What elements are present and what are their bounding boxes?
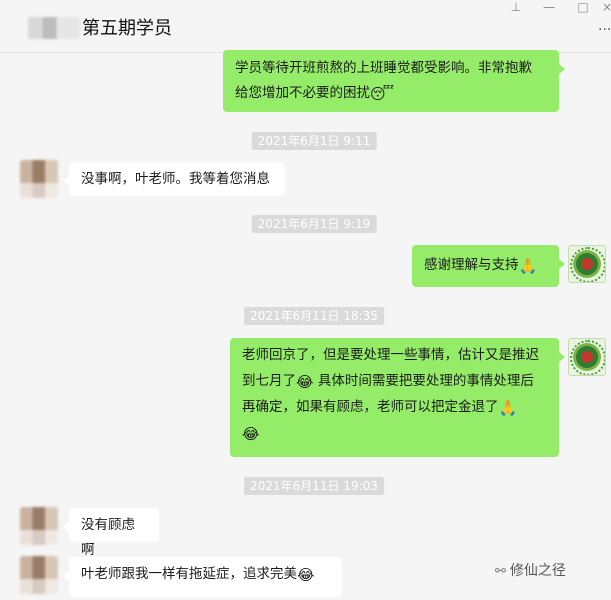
message-line: 再确定，如果有顾虑，老师可以把定金退了🙏 [242, 399, 518, 417]
message-text: 没事啊，叶老师。我等着您消息 [81, 171, 270, 187]
message-bubble-outgoing[interactable]: 老师回京了，但是要处理一些事情，估计又是推迟 到七月了😂 具体时间需要把要处理的… [230, 338, 565, 457]
message-text: 感谢理解与支持 [424, 257, 519, 273]
sleeping-emoji-icon: 😴 [370, 85, 395, 103]
message-bubble-incoming[interactable]: 叶老师跟我一样有拖延症，追求完美😂 [63, 557, 342, 597]
timestamp: 2021年6月11日 19:03 [244, 477, 384, 495]
timestamp: 2021年6月11日 18:35 [244, 307, 384, 325]
avatar[interactable] [568, 338, 606, 376]
wechat-icon: ⚯ [495, 564, 506, 579]
title-bar: 第五期学员 ⊥ — □ × ··· [0, 0, 611, 53]
close-button[interactable]: × [602, 0, 611, 14]
laughing-emoji-icon: 😂 [242, 425, 260, 443]
message-line: 老师回京了，但是要处理一些事情，估计又是推迟 [242, 347, 539, 363]
maximize-button[interactable]: □ [575, 0, 591, 14]
message-line: 到七月了😂 具体时间需要把要处理的事情处理后 [242, 373, 534, 391]
pray-emoji-icon: 🙏 [498, 399, 518, 417]
avatar[interactable] [568, 245, 606, 283]
timestamp: 2021年6月1日 9:19 [251, 215, 377, 233]
message-bubble-incoming[interactable]: 没有顾虑啊 [63, 508, 159, 558]
minimize-button[interactable]: — [541, 0, 557, 14]
watermark-text: 修仙之径 [509, 563, 566, 579]
timestamp: 2021年6月1日 9:11 [251, 132, 377, 150]
avatar[interactable] [20, 556, 58, 594]
message-bubble-incoming[interactable]: 没事啊，叶老师。我等着您消息 [63, 162, 285, 196]
message-text: 没有顾虑啊 [81, 517, 135, 558]
pray-emoji-icon: 🙏 [518, 257, 538, 275]
more-options-button[interactable]: ··· [598, 22, 611, 38]
message-line: 😂 [242, 420, 547, 446]
message-line: 给您增加不必要的困扰😴 [235, 85, 395, 103]
message-bubble-outgoing[interactable]: 学员等待开班煎熬的上班睡觉都受影响。非常抱歉 给您增加不必要的困扰😴 [223, 50, 565, 112]
avatar[interactable] [20, 507, 58, 545]
laughing-emoji-icon: 😂 [297, 566, 315, 584]
laughing-emoji-icon: 😂 [296, 373, 314, 391]
message-text: 叶老师跟我一样有拖延症，追求完美 [81, 566, 297, 582]
avatar[interactable] [20, 160, 58, 198]
watermark: ⚯ 修仙之径 [495, 560, 566, 580]
chat-title: 第五期学员 [82, 18, 172, 39]
message-bubble-outgoing[interactable]: 感谢理解与支持🙏 [412, 245, 565, 287]
pin-icon[interactable]: ⊥ [508, 0, 524, 14]
message-line: 学员等待开班煎熬的上班睡觉都受影响。非常抱歉 [235, 60, 532, 76]
blurred-name [28, 17, 80, 39]
